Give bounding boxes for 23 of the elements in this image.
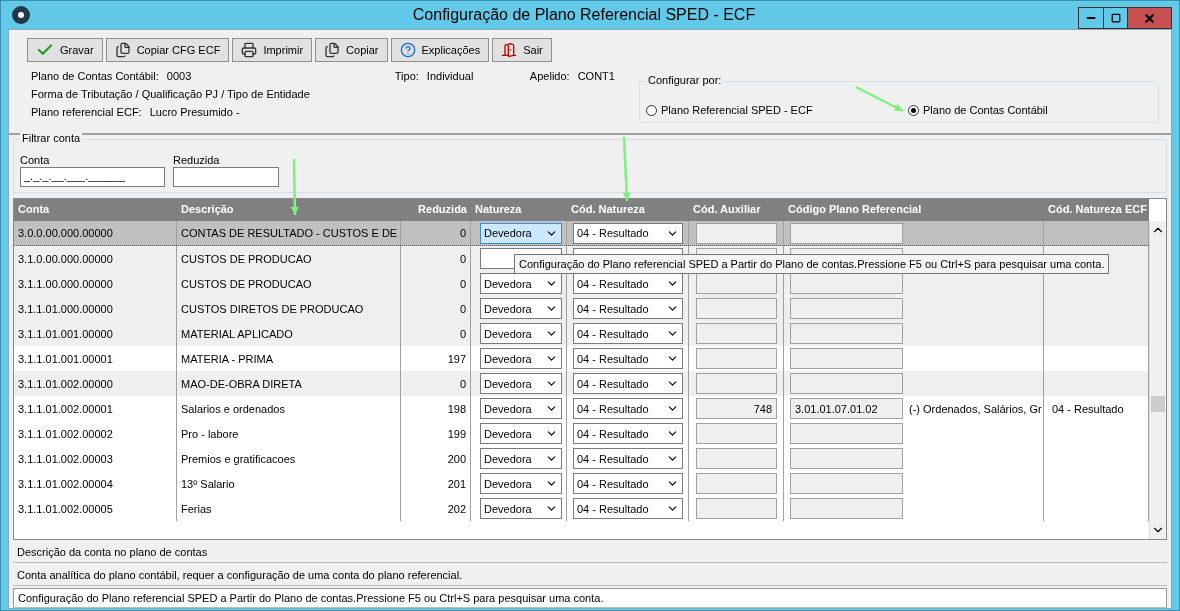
info-text: Forma de Tributação / Qualificação PJ / Tipo de Entidade [31, 87, 310, 100]
field-label: Reduzida [173, 154, 221, 166]
info-label: Tipo: [394, 69, 419, 82]
info-label: Plano referencial ECF: [31, 105, 142, 118]
field-label: Conta [20, 154, 51, 166]
table-cell: 202 [401, 496, 471, 521]
table-cell: 0 [401, 221, 471, 245]
info-value: Lucro Presumido - [149, 105, 240, 118]
info-label: Apelido: [529, 69, 570, 82]
table-cell: (-) Ordenados, Salários, Gr [909, 402, 1042, 415]
table-cell: CONTAS DE RESULTADO - CUSTOS E DE [177, 221, 401, 245]
info-value: Individual [426, 69, 475, 82]
info-value: CONT1 [577, 69, 615, 82]
group-title: Filtrar conta [20, 132, 83, 144]
tooltip: Configuração do Plano referencial SPED a Partir do Plano de contas.Pressione F5 ou Ctrl+S para pesquisar uma conta. [514, 254, 1110, 274]
group-title: Configurar por: [646, 74, 724, 86]
table-cell: Ferias [177, 496, 401, 521]
window-title: Configuração de Plano Referencial SPED - ECF [411, 6, 757, 24]
table-cell: 3.0.0.00.000.00000 [14, 221, 177, 245]
table-cell: 3.1.1.01.002.00005 [14, 496, 177, 521]
info-label: Plano de Contas Contábil: [31, 69, 159, 82]
hint-bar: Configuração do Plano referencial SPED a Partir do Plano de contas.Pressione F5 ou Ctrl+S para pesquisar uma conta. [13, 588, 1167, 608]
info-value: 0003 [166, 69, 193, 82]
